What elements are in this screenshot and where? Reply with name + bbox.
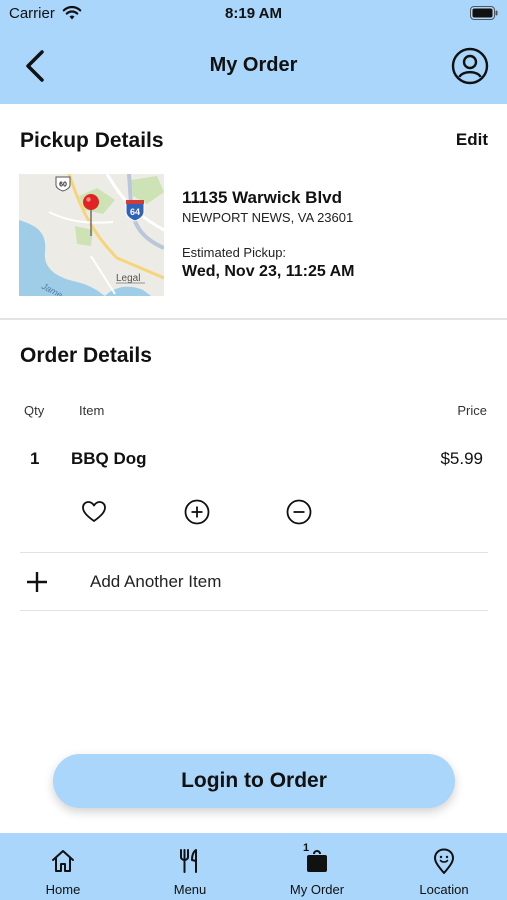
tab-my-order[interactable]: My Order [254, 833, 380, 900]
add-another-item-button[interactable]: Add Another Item [20, 554, 488, 610]
qty-column-header: Qty [24, 403, 45, 418]
section-divider [0, 318, 507, 320]
nav-bar: My Order [0, 36, 507, 96]
add-item-divider [20, 610, 488, 611]
order-count-badge: 1 [303, 842, 310, 854]
item-column-header: Item [79, 403, 105, 418]
map-legal-link: Legal [116, 273, 140, 284]
decrease-quantity-icon[interactable] [286, 499, 312, 525]
pickup-details-heading: Pickup Details [20, 129, 164, 152]
address-line2: NEWPORT NEWS, VA 23601 [182, 210, 354, 225]
tab-menu[interactable]: Menu [127, 833, 253, 900]
page-title: My Order [209, 54, 298, 76]
tab-home-label: Home [45, 882, 81, 897]
order-details-heading: Order Details [20, 344, 152, 367]
tab-my-order-label: My Order [289, 882, 345, 897]
tab-menu-label: Menu [173, 882, 207, 897]
map-graphic: 60 64 Legal Jame [19, 174, 164, 296]
location-pin-icon [434, 848, 454, 874]
item-name: BBQ Dog [71, 449, 147, 468]
tab-bar: Home Menu My Order Location [0, 833, 507, 900]
item-divider [20, 552, 488, 553]
estimated-pickup-time: Wed, Nov 23, 11:25 AM [182, 263, 355, 280]
estimated-pickup-label: Estimated Pickup: [182, 245, 287, 260]
plus-icon [27, 572, 47, 592]
tab-location[interactable]: Location [381, 833, 507, 900]
add-another-item-label: Add Another Item [90, 572, 222, 591]
utensils-icon [180, 849, 197, 873]
battery-icon [470, 6, 498, 20]
route-64-shield: 64 [125, 200, 145, 222]
home-icon [52, 850, 74, 872]
item-price: $5.99 [440, 449, 483, 468]
price-column-header: Price [457, 403, 487, 418]
login-to-order-button[interactable]: Login to Order [53, 754, 455, 808]
item-qty: 1 [30, 449, 40, 468]
address-line1: 11135 Warwick Blvd [182, 188, 343, 207]
favorite-heart-icon[interactable] [81, 499, 107, 525]
tab-home[interactable]: Home [0, 833, 126, 900]
route-64-text: 64 [130, 207, 140, 217]
edit-pickup-button[interactable]: Edit [456, 130, 488, 150]
route-60-shield: 60 [55, 176, 71, 192]
pickup-map[interactable]: 60 64 Legal Jame [19, 174, 164, 296]
tab-location-label: Location [419, 882, 469, 897]
increase-quantity-icon[interactable] [184, 499, 210, 525]
profile-icon[interactable] [451, 47, 489, 85]
status-time: 8:19 AM [225, 5, 282, 22]
status-bar: Carrier 8:19 AM [0, 0, 507, 28]
route-60-text: 60 [59, 182, 67, 189]
